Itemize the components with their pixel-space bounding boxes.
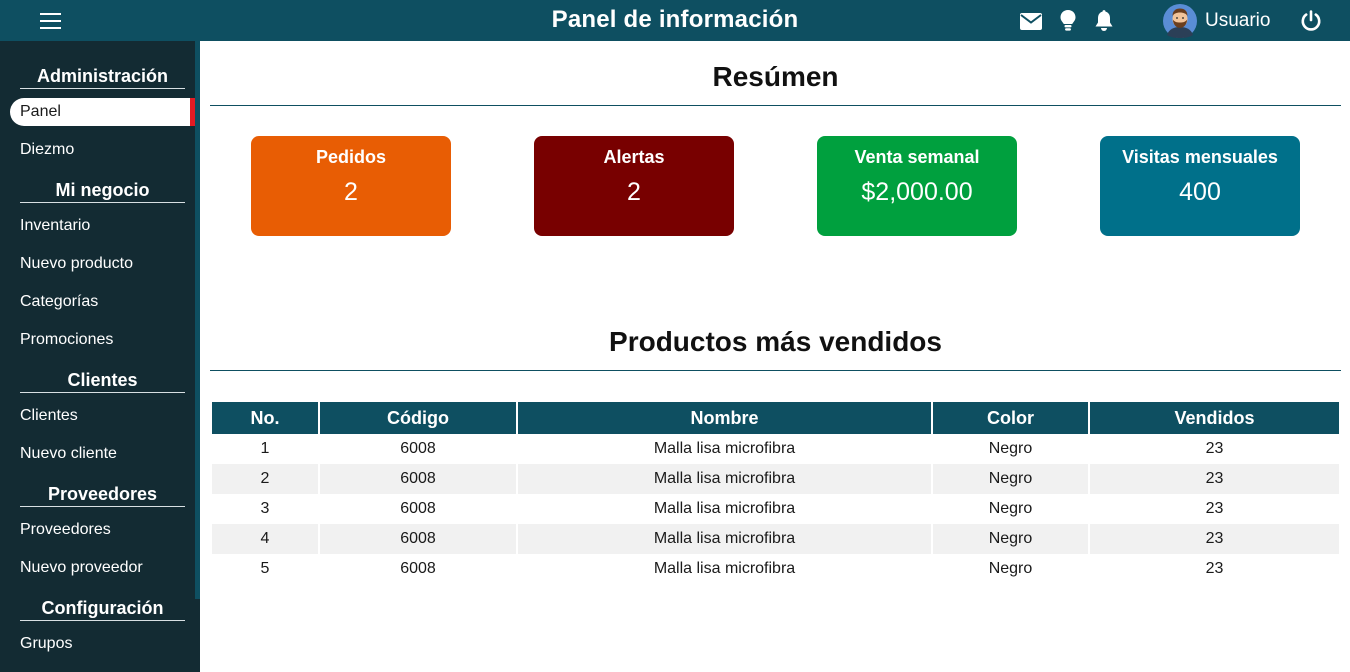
card-value: 400 (1179, 178, 1221, 206)
table-row[interactable]: 3 6008 Malla lisa microfibra Negro 23 (212, 494, 1339, 524)
top-products-title: Productos más vendidos (609, 326, 942, 357)
cell-no: 5 (260, 560, 270, 577)
card-title: Visitas mensuales (1122, 147, 1278, 167)
cell-codigo: 6008 (400, 500, 436, 517)
column-header-codigo[interactable]: Código (320, 402, 516, 434)
cell-vendidos: 23 (1090, 464, 1339, 494)
mail-icon[interactable] (1019, 9, 1043, 33)
card-value: $2,000.00 (861, 178, 973, 206)
cell-vendidos: 23 (1090, 524, 1339, 554)
table-header-row: No. Código Nombre Color Vendidos (212, 402, 1339, 434)
cell-codigo: 6008 (320, 524, 516, 554)
cell-color: Negro (988, 440, 1033, 457)
sidebar-item-promociones[interactable]: Promociones (10, 326, 195, 354)
sidebar-item-proveedores[interactable]: Proveedores (10, 516, 195, 544)
top-products-table: No. Código Nombre Color Vendidos 1 6008 … (210, 402, 1341, 584)
sidebar: Administración Panel Diezmo Mi negocio I… (0, 41, 200, 672)
cell-color: Negro (988, 560, 1033, 577)
sidebar-section-proveedores: Proveedores (20, 484, 185, 507)
column-header-vendidos[interactable]: Vendidos (1090, 402, 1339, 434)
card-venta-semanal[interactable]: Venta semanal $2,000.00 (817, 136, 1017, 236)
summary-divider (210, 105, 1341, 106)
table-row[interactable]: 2 6008 Malla lisa microfibra Negro 23 (212, 464, 1339, 494)
sidebar-scrollbar[interactable] (195, 41, 200, 599)
cell-no: 2 (212, 464, 318, 494)
bell-icon[interactable] (1092, 9, 1116, 33)
menu-icon[interactable] (40, 12, 61, 29)
sidebar-section-configuracion: Configuración (20, 598, 185, 621)
cell-color: Negro (933, 464, 1088, 494)
cell-nombre: Malla lisa microfibra (653, 440, 796, 457)
card-title: Alertas (603, 147, 665, 167)
summary-title: Resúmen (712, 61, 839, 92)
sidebar-item-nuevo-cliente[interactable]: Nuevo cliente (10, 440, 195, 468)
card-visitas-mensuales[interactable]: Visitas mensuales 400 (1100, 136, 1300, 236)
cell-nombre: Malla lisa microfibra (653, 560, 796, 577)
card-value: 2 (627, 178, 641, 206)
table-row[interactable]: 1 6008 Malla lisa microfibra Negro 23 (212, 434, 1339, 464)
cell-color: Negro (988, 500, 1033, 517)
card-value: 2 (344, 178, 358, 206)
sidebar-item-nuevo-proveedor[interactable]: Nuevo proveedor (10, 554, 195, 582)
table-row[interactable]: 4 6008 Malla lisa microfibra Negro 23 (212, 524, 1339, 554)
sidebar-item-diezmo[interactable]: Diezmo (10, 136, 195, 164)
sidebar-item-grupos[interactable]: Grupos (10, 630, 195, 658)
sidebar-item-clientes[interactable]: Clientes (10, 402, 195, 430)
avatar[interactable] (1160, 4, 1200, 38)
page-title: Panel de información (551, 6, 799, 33)
card-title: Pedidos (315, 147, 386, 167)
user-name[interactable]: Usuario (1205, 10, 1270, 32)
sidebar-item-nuevo-producto[interactable]: Nuevo producto (10, 250, 195, 278)
sidebar-section-mi-negocio: Mi negocio (20, 180, 185, 203)
sidebar-item-categorias[interactable]: Categorías (10, 288, 195, 316)
cell-color: Negro (933, 524, 1088, 554)
cell-no: 1 (260, 440, 270, 457)
lightbulb-icon[interactable] (1056, 9, 1080, 33)
sidebar-section-clientes: Clientes (20, 370, 185, 393)
cell-codigo: 6008 (400, 440, 436, 457)
cell-no: 4 (212, 524, 318, 554)
cell-codigo: 6008 (320, 464, 516, 494)
cell-nombre: Malla lisa microfibra (653, 500, 796, 517)
column-header-nombre[interactable]: Nombre (518, 402, 931, 434)
sidebar-item-inventario[interactable]: Inventario (10, 212, 195, 240)
cell-nombre: Malla lisa microfibra (518, 524, 931, 554)
top-bar: Panel de información Usuario (0, 0, 1350, 41)
cell-vendidos: 23 (1205, 560, 1224, 577)
table-row[interactable]: 5 6008 Malla lisa microfibra Negro 23 (212, 554, 1339, 584)
cell-vendidos: 23 (1205, 440, 1224, 457)
column-header-color[interactable]: Color (933, 402, 1088, 434)
card-alertas[interactable]: Alertas 2 (534, 136, 734, 236)
cell-nombre: Malla lisa microfibra (518, 464, 931, 494)
card-title: Venta semanal (854, 147, 980, 167)
cell-codigo: 6008 (400, 560, 436, 577)
column-header-no[interactable]: No. (212, 402, 318, 434)
cell-vendidos: 23 (1205, 500, 1224, 517)
card-pedidos[interactable]: Pedidos 2 (251, 136, 451, 236)
cell-no: 3 (260, 500, 270, 517)
top-products-divider (210, 370, 1341, 371)
sidebar-section-administracion: Administración (20, 66, 185, 89)
sidebar-item-panel[interactable]: Panel (10, 98, 195, 126)
power-icon[interactable] (1299, 9, 1323, 33)
